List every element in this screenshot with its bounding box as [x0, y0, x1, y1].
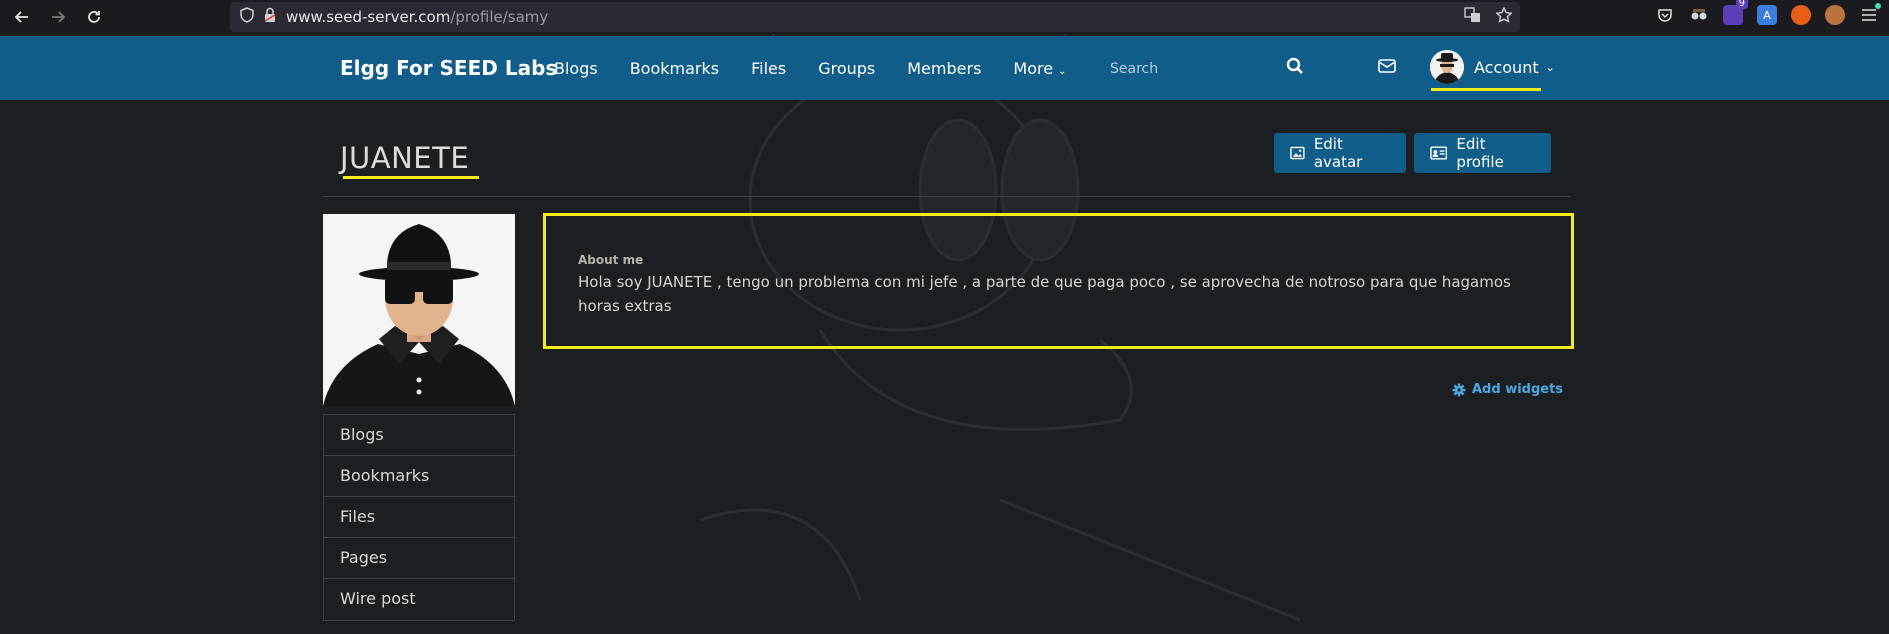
cookie-extension-icon[interactable] — [1825, 5, 1845, 25]
owner-menu-blogs[interactable]: Blogs — [324, 415, 514, 456]
site-title[interactable]: Elgg For SEED Labs — [340, 56, 557, 80]
header-divider — [323, 196, 1571, 197]
search-input[interactable] — [1110, 61, 1290, 77]
nav-more-label: More — [1013, 59, 1054, 78]
page-title: JUANETE — [340, 141, 470, 175]
url-path: /profile/samy — [450, 8, 549, 26]
mail-icon[interactable] — [1378, 58, 1398, 78]
account-menu[interactable]: Account ⌄ — [1430, 50, 1555, 84]
about-me-text: Hola soy JUANETE , tengo un problema con… — [578, 273, 1511, 315]
arrow-left-icon — [14, 11, 28, 23]
url-host: www.seed-server.com — [286, 8, 451, 26]
site-topbar: Elgg For SEED Labs Blogs Bookmarks Files… — [0, 36, 1889, 100]
lock-icon — [264, 7, 276, 27]
owner-menu-pages[interactable]: Pages — [324, 538, 514, 579]
title-highlight-underline — [343, 176, 479, 179]
back-button[interactable] — [4, 0, 40, 34]
image-icon — [1290, 146, 1305, 160]
owner-menu-files[interactable]: Files — [324, 497, 514, 538]
reload-button[interactable] — [76, 0, 112, 34]
main-nav: Blogs Bookmarks Files Groups Members Mor… — [554, 59, 1099, 78]
add-widgets-link[interactable]: Add widgets — [1452, 382, 1563, 397]
pocket-icon[interactable] — [1655, 5, 1675, 25]
extension-tray: 9 A — [1655, 0, 1881, 25]
gear-icon — [1452, 383, 1466, 396]
translate-extension-icon[interactable]: A — [1757, 5, 1777, 25]
account-label: Account — [1474, 57, 1539, 77]
reload-icon — [88, 11, 100, 23]
url-bar[interactable]: www.seed-server.com/profile/samy — [230, 2, 1520, 32]
edit-avatar-button[interactable]: Edit avatar — [1274, 133, 1406, 173]
translate-icon[interactable] — [1464, 7, 1482, 27]
chevron-down-icon: ⌄ — [1545, 60, 1555, 74]
add-widgets-label: Add widgets — [1472, 382, 1564, 397]
profile-avatar[interactable] — [323, 214, 515, 406]
shield-icon — [240, 7, 254, 27]
arrow-right-icon — [52, 11, 66, 23]
edit-avatar-label: Edit avatar — [1313, 135, 1363, 171]
avatar — [1430, 50, 1464, 84]
nav-files[interactable]: Files — [751, 59, 786, 78]
edit-profile-button[interactable]: Edit profile — [1414, 133, 1551, 173]
nav-groups[interactable]: Groups — [818, 59, 875, 78]
shield-extension-icon[interactable]: 9 — [1723, 0, 1748, 25]
search-icon[interactable] — [1286, 57, 1306, 77]
about-me-label: About me — [578, 253, 644, 267]
owner-menu-wire-post[interactable]: Wire post — [324, 579, 514, 620]
forward-button[interactable] — [40, 0, 76, 34]
bookmark-star-icon[interactable] — [1495, 6, 1513, 27]
fox-extension-icon[interactable] — [1791, 5, 1811, 25]
browser-toolbar: www.seed-server.com/profile/samy 9 A — [0, 0, 1889, 34]
owner-menu-bookmarks[interactable]: Bookmarks — [324, 456, 514, 497]
edit-profile-label: Edit profile — [1456, 135, 1504, 171]
nav-members[interactable]: Members — [907, 59, 981, 78]
about-me-section: About me Hola soy JUANETE , tengo un pro… — [543, 213, 1574, 349]
extension-badge: 9 — [1735, 0, 1748, 9]
menu-icon[interactable] — [1859, 3, 1881, 25]
owner-menu: Blogs Bookmarks Files Pages Wire post — [323, 414, 515, 621]
spy-extension-icon[interactable] — [1689, 5, 1709, 25]
account-highlight-underline — [1431, 88, 1541, 91]
chevron-down-icon: ⌄ — [1058, 66, 1067, 77]
id-card-icon — [1430, 146, 1448, 160]
nav-bookmarks[interactable]: Bookmarks — [630, 59, 719, 78]
nav-blogs[interactable]: Blogs — [554, 59, 598, 78]
nav-more[interactable]: More ⌄ — [1013, 59, 1066, 78]
